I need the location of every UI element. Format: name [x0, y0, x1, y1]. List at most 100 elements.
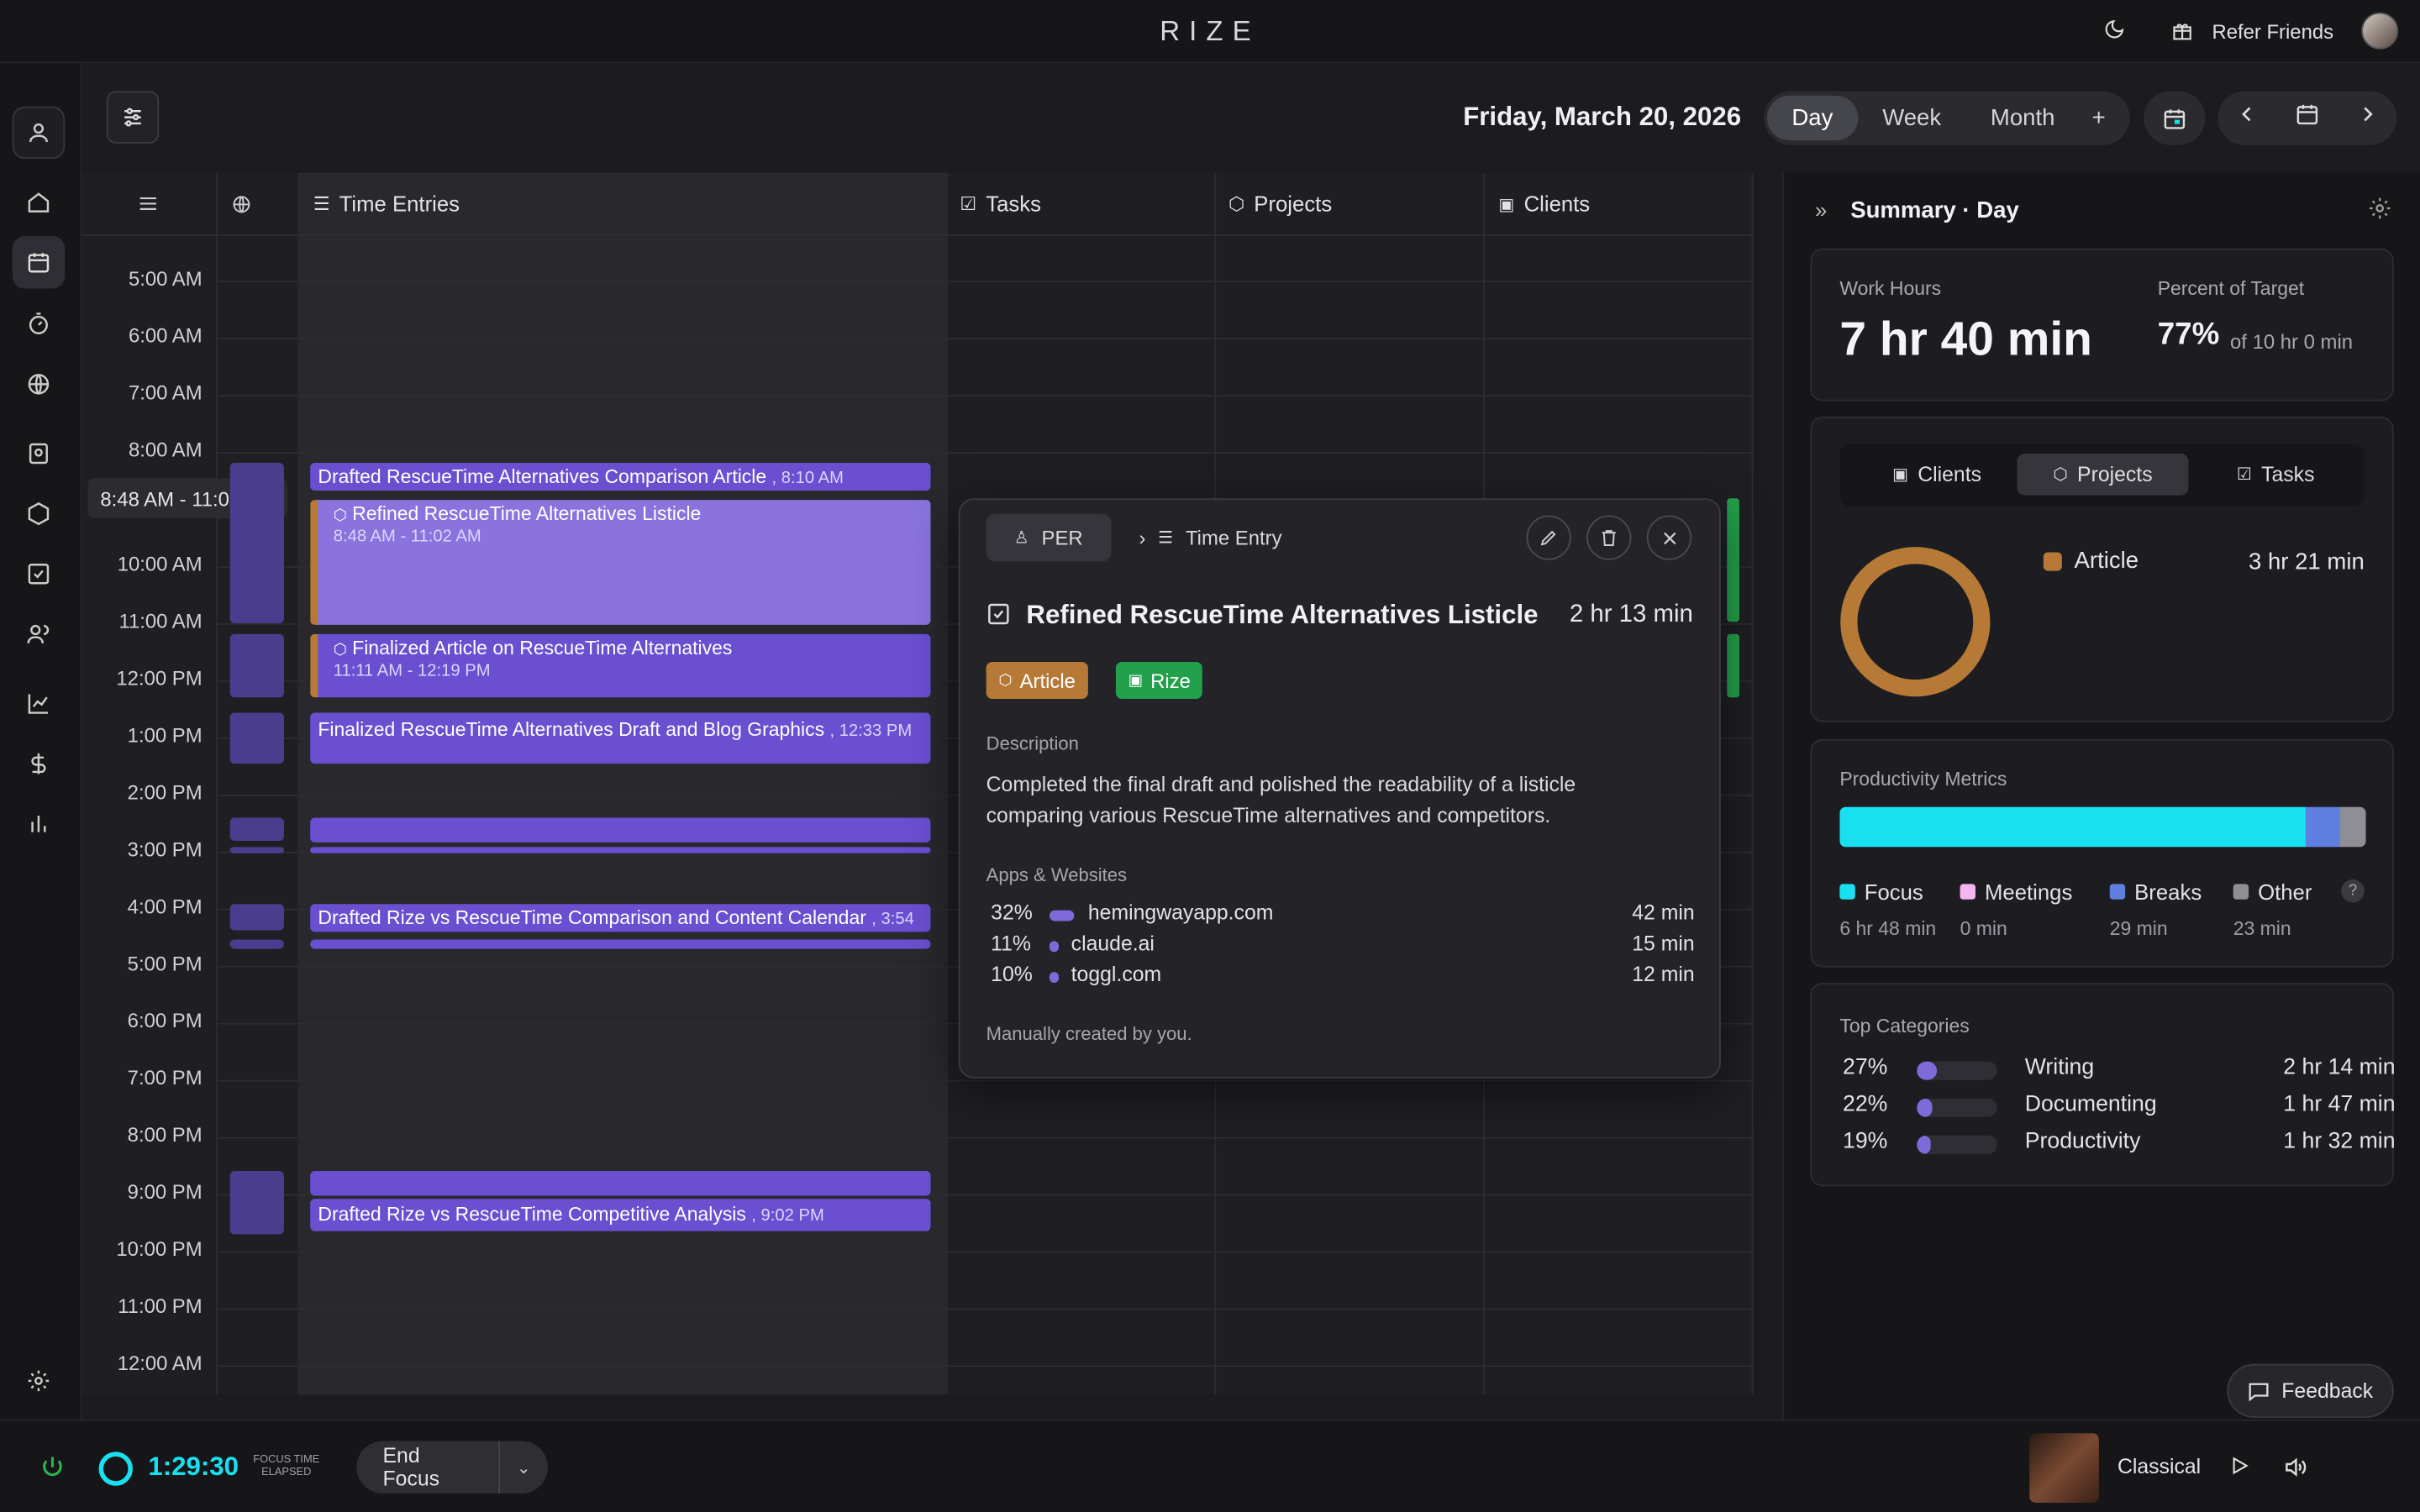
- chat-icon: [2249, 1383, 2270, 1402]
- category-bar: [1917, 1098, 1997, 1117]
- project-time: 3 hr 21 min: [2248, 549, 2365, 576]
- hour-gridline: [217, 1137, 1754, 1139]
- tab-label: Projects: [2077, 463, 2153, 486]
- entry-duration: 2 hr 13 min: [1569, 601, 1693, 628]
- description-label: Description: [986, 732, 1079, 755]
- mini-block[interactable]: [229, 712, 284, 764]
- breaks-value: 29 min: [2109, 917, 2168, 940]
- calendar-icon[interactable]: [12, 236, 66, 289]
- mini-block[interactable]: [229, 633, 284, 698]
- app-minutes: 42 min: [1632, 900, 1695, 925]
- feedback-button[interactable]: Feedback: [2227, 1363, 2394, 1418]
- tab-clients[interactable]: ▣ Clients: [1852, 454, 2022, 496]
- footer-note: Manually created by you.: [986, 1022, 1192, 1045]
- gear-icon[interactable]: [2367, 196, 2391, 228]
- tab-week[interactable]: Week: [1858, 96, 1966, 140]
- time-entry[interactable]: [310, 817, 931, 843]
- mini-block[interactable]: [229, 847, 284, 853]
- mini-block[interactable]: [229, 1171, 284, 1235]
- filter-button[interactable]: [106, 91, 160, 144]
- time-entry[interactable]: Finalized RescueTime Alternatives Draft …: [310, 712, 931, 764]
- time-entry[interactable]: [310, 1171, 931, 1196]
- chevron-down-icon[interactable]: ⌄: [500, 1457, 548, 1478]
- time-entry[interactable]: [310, 847, 931, 853]
- hour-gridline: [217, 1365, 1754, 1368]
- dollar-icon[interactable]: [13, 738, 65, 790]
- column-clients[interactable]: ▣ Clients: [1498, 173, 1590, 234]
- app-row: 11% claude.ai 15 min: [991, 932, 1695, 963]
- tag-article[interactable]: ⬡ Article: [986, 661, 1088, 700]
- tasks-icon[interactable]: [13, 548, 65, 600]
- top-categories-card: Top Categories 27% Writing 2 hr 14 min 22% D…: [1810, 982, 2396, 1187]
- mini-block[interactable]: [229, 939, 284, 949]
- tab-projects[interactable]: ⬡ Projects: [2017, 453, 2189, 496]
- cube-icon: ⬡: [2053, 465, 2069, 485]
- globe-column-icon[interactable]: [232, 173, 252, 234]
- tab-day[interactable]: Day: [1767, 95, 1858, 141]
- delete-button[interactable]: [1586, 515, 1632, 560]
- refer-friends-button[interactable]: Refer Friends: [2172, 19, 2333, 43]
- bar-chart-icon[interactable]: [13, 798, 65, 850]
- power-icon[interactable]: [40, 1455, 65, 1488]
- help-icon[interactable]: ?: [2341, 879, 2365, 903]
- hour-label: 12:00 AM: [117, 1351, 203, 1375]
- calendar-sync-button[interactable]: [2144, 91, 2206, 145]
- category-time: 1 hr 47 min: [2283, 1092, 2396, 1117]
- category-bar: [1917, 1135, 1997, 1154]
- time-entry[interactable]: Drafted RescueTime Alternatives Comparis…: [310, 463, 931, 491]
- globe-icon[interactable]: [13, 358, 65, 410]
- menu-icon[interactable]: [137, 173, 159, 234]
- tag-rize[interactable]: ▣ Rize: [1115, 661, 1203, 700]
- time-entry[interactable]: ⬡ Finalized Article on RescueTime Altern…: [310, 633, 931, 698]
- hour-label: 5:00 PM: [127, 952, 203, 975]
- projects-icon[interactable]: [13, 487, 65, 539]
- avatar[interactable]: [2361, 12, 2399, 50]
- chevron-right-icon[interactable]: [2357, 103, 2379, 133]
- entry-title: Finalized RescueTime Alternatives Draft …: [318, 718, 825, 741]
- moon-icon[interactable]: [2104, 18, 2126, 44]
- client-block[interactable]: [1727, 498, 1739, 622]
- analytics-icon[interactable]: [13, 677, 65, 729]
- chevron-left-icon[interactable]: [2236, 103, 2258, 133]
- pencil-icon: [1540, 530, 1556, 546]
- tab-label: Clients: [1918, 463, 1982, 486]
- time-entry-selected[interactable]: ⬡ Refined RescueTime Alternatives Listic…: [310, 500, 931, 625]
- team-icon[interactable]: [13, 608, 65, 660]
- profile-icon[interactable]: [12, 106, 66, 160]
- mini-block[interactable]: [229, 904, 284, 931]
- time-entry[interactable]: [310, 939, 931, 949]
- close-button[interactable]: [1646, 515, 1692, 560]
- music-track: Classical: [2117, 1455, 2202, 1478]
- play-icon[interactable]: [2228, 1455, 2250, 1484]
- edit-button[interactable]: [1526, 515, 1571, 560]
- clients-icon[interactable]: [13, 428, 65, 480]
- tag-label: Rize: [1150, 669, 1191, 692]
- home-icon[interactable]: [13, 176, 65, 228]
- sliders-icon: [124, 108, 141, 127]
- calendar-check-icon: [2164, 108, 2186, 129]
- date-picker-icon[interactable]: [2295, 102, 2319, 134]
- volume-icon[interactable]: [2282, 1455, 2307, 1488]
- cube-icon: ⬡: [998, 671, 1013, 690]
- settings-icon[interactable]: [13, 1355, 65, 1407]
- timer-icon[interactable]: [13, 297, 65, 349]
- column-tasks[interactable]: ☑ Tasks: [960, 173, 1041, 234]
- end-focus-button[interactable]: End Focus: [356, 1441, 500, 1494]
- client-chip[interactable]: ♙ PER: [986, 513, 1111, 562]
- mini-block[interactable]: [229, 817, 284, 842]
- time-entry[interactable]: Drafted Rize vs RescueTime Comparison an…: [310, 904, 931, 932]
- column-time-entries[interactable]: ☰ Time Entries: [313, 173, 460, 234]
- meetings-value: 0 min: [1960, 917, 2007, 940]
- collapse-icon[interactable]: »: [1815, 197, 1827, 222]
- mini-block[interactable]: [229, 463, 284, 624]
- tab-month[interactable]: Month: [1966, 96, 2080, 140]
- entry-time: 8:48 AM - 11:02 AM: [333, 528, 481, 547]
- time-entry[interactable]: Drafted Rize vs RescueTime Competitive A…: [310, 1199, 931, 1231]
- add-view-button[interactable]: +: [2080, 96, 2118, 140]
- app-bar: [1049, 910, 1075, 921]
- column-projects[interactable]: ⬡ Projects: [1228, 173, 1332, 234]
- tab-tasks[interactable]: ☑ Tasks: [2195, 454, 2357, 496]
- checkbox-icon: ☑: [2236, 465, 2253, 485]
- badge-icon: ▣: [1498, 195, 1515, 214]
- client-block[interactable]: [1727, 633, 1739, 698]
